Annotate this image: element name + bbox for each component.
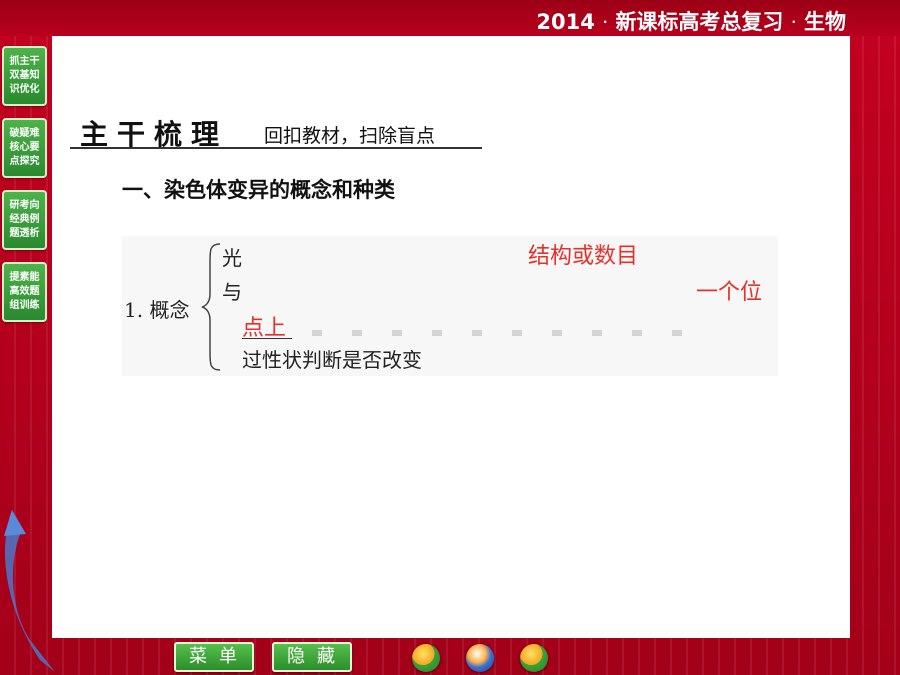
concept-label: 1. 概念 — [124, 298, 190, 322]
side-nav-item-examples[interactable]: 研考向 经典例 题透析 — [2, 190, 47, 250]
previous-icon[interactable] — [412, 644, 440, 672]
faded-text-row — [312, 330, 712, 336]
side-nav-item-fundamentals[interactable]: 抓主干 双基知 识优化 — [2, 46, 47, 106]
menu-button[interactable]: 菜单 — [174, 642, 254, 672]
brace-icon — [201, 243, 221, 371]
concept-line-2: 与 — [222, 280, 242, 304]
section-header: 主干梳理 回扣教材，扫除盲点 — [70, 113, 482, 151]
answer-underline — [242, 338, 292, 339]
bottom-toolbar: 菜单 隐藏 — [170, 642, 730, 674]
next-icon[interactable] — [520, 644, 548, 672]
header-course: 新课标高考总复习 — [615, 10, 784, 34]
answer-one-locus: 一个位 — [696, 280, 763, 305]
hide-button[interactable]: 隐藏 — [272, 642, 352, 672]
side-nav-item-practice[interactable]: 提素能 高效题 组训练 — [2, 262, 47, 322]
header-title: 2014 · 新课标高考总复习 · 生物 — [536, 10, 846, 34]
side-nav: 抓主干 双基知 识优化 破疑难 核心要 点探究 研考向 经典例 题透析 提素能 … — [2, 46, 48, 334]
decorative-arrow-icon — [4, 510, 56, 672]
concept-box: 1. 概念 光 结构或数目 与 一个位 点上 过性状判断是否改变 — [122, 236, 778, 376]
topic-heading: 一、染色体变异的概念和种类 — [122, 178, 395, 202]
home-icon[interactable] — [466, 644, 494, 672]
answer-structure-or-number: 结构或数目 — [528, 244, 639, 269]
header-year: 2014 — [536, 10, 595, 34]
section-title: 主干梳理 — [80, 118, 229, 151]
section-subtitle: 回扣教材，扫除盲点 — [264, 125, 436, 147]
concept-line-4: 过性状判断是否改变 — [242, 348, 422, 372]
concept-line-1: 光 — [222, 246, 242, 270]
header-subject: 生物 — [804, 10, 846, 34]
side-nav-item-difficulties[interactable]: 破疑难 核心要 点探究 — [2, 118, 47, 178]
